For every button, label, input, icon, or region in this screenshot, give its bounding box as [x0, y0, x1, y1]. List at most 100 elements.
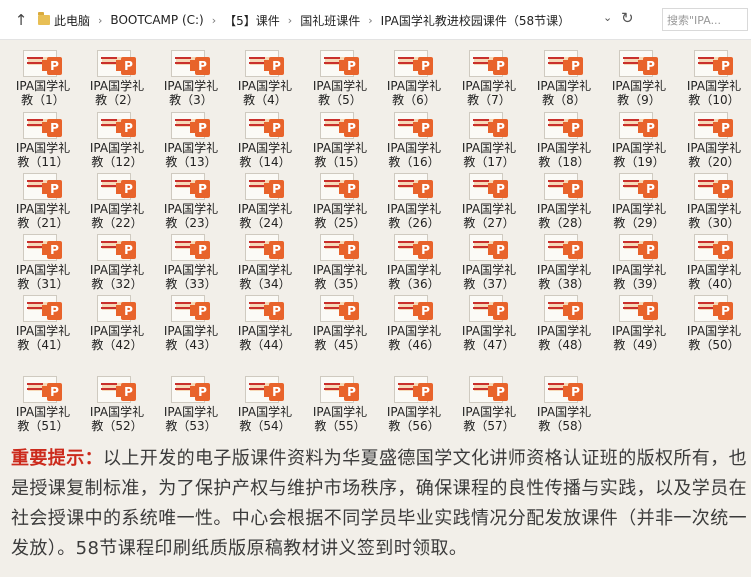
file-item[interactable]: P IPA国学礼 教（2）: [84, 48, 150, 108]
file-item[interactable]: P IPA国学礼 教（43）: [158, 293, 224, 353]
file-name: IPA国学礼 教（15）: [307, 141, 373, 169]
breadcrumb-item[interactable]: 此电脑: [54, 12, 90, 29]
breadcrumb-item[interactable]: IPA国学礼教进校园课件（58节课）: [381, 12, 571, 29]
breadcrumb-item[interactable]: BOOTCAMP (C:): [110, 13, 203, 27]
file-item[interactable]: P IPA国学礼 教（27）: [456, 171, 522, 231]
powerpoint-icon: P: [394, 48, 434, 78]
file-name: IPA国学礼 教（39）: [606, 263, 672, 291]
file-name-line: 教（2）: [95, 93, 139, 107]
file-item[interactable]: P IPA国学礼 教（6）: [381, 48, 447, 108]
file-item[interactable]: P IPA国学礼 教（17）: [456, 110, 522, 170]
file-name-line: IPA国学礼: [163, 405, 219, 419]
file-item[interactable]: P IPA国学礼 教（18）: [531, 110, 597, 170]
breadcrumb-item[interactable]: 【5】课件: [224, 12, 280, 29]
powerpoint-icon: P: [694, 171, 734, 201]
file-item[interactable]: P IPA国学礼 教（34）: [232, 232, 298, 292]
file-item[interactable]: P IPA国学礼 教（53）: [158, 374, 224, 434]
file-name: IPA国学礼 教（49）: [606, 324, 672, 352]
file-item[interactable]: P IPA国学礼 教（56）: [381, 374, 447, 434]
file-item[interactable]: P IPA国学礼 教（21）: [10, 171, 76, 231]
file-item[interactable]: P IPA国学礼 教（44）: [232, 293, 298, 353]
chevron-right-icon[interactable]: ›: [212, 14, 216, 27]
file-item[interactable]: P IPA国学礼 教（11）: [10, 110, 76, 170]
file-name: IPA国学礼 教（42）: [84, 324, 150, 352]
folder-icon: [38, 12, 50, 25]
file-item[interactable]: P IPA国学礼 教（46）: [381, 293, 447, 353]
file-item[interactable]: P IPA国学礼 教（57）: [456, 374, 522, 434]
powerpoint-icon: P: [171, 48, 211, 78]
file-item[interactable]: P IPA国学礼 教（55）: [307, 374, 373, 434]
file-item[interactable]: P IPA国学礼 教（16）: [381, 110, 447, 170]
chevron-right-icon[interactable]: ›: [288, 14, 292, 27]
file-item[interactable]: P IPA国学礼 教（22）: [84, 171, 150, 231]
file-item[interactable]: P IPA国学礼 教（14）: [232, 110, 298, 170]
file-item[interactable]: P IPA国学礼 教（41）: [10, 293, 76, 353]
file-item[interactable]: P IPA国学礼 教（5）: [307, 48, 373, 108]
file-name-line: 教（28）: [538, 216, 590, 230]
file-item[interactable]: P IPA国学礼 教（49）: [606, 293, 672, 353]
file-item[interactable]: P IPA国学礼 教（52）: [84, 374, 150, 434]
file-item[interactable]: P IPA国学礼 教（24）: [232, 171, 298, 231]
file-item[interactable]: P IPA国学礼 教（7）: [456, 48, 522, 108]
file-item[interactable]: P IPA国学礼 教（45）: [307, 293, 373, 353]
file-item[interactable]: P IPA国学礼 教（32）: [84, 232, 150, 292]
file-item[interactable]: P IPA国学礼 教（10）: [681, 48, 747, 108]
file-item[interactable]: P IPA国学礼 教（25）: [307, 171, 373, 231]
file-item[interactable]: P IPA国学礼 教（33）: [158, 232, 224, 292]
file-item[interactable]: P IPA国学礼 教（8）: [531, 48, 597, 108]
powerpoint-icon: P: [544, 374, 584, 404]
file-name: IPA国学礼 教（5）: [307, 79, 373, 107]
file-item[interactable]: P IPA国学礼 教（47）: [456, 293, 522, 353]
file-item[interactable]: P IPA国学礼 教（50）: [681, 293, 747, 353]
chevron-right-icon[interactable]: ›: [368, 14, 372, 27]
file-item[interactable]: P IPA国学礼 教（4）: [232, 48, 298, 108]
file-item[interactable]: P IPA国学礼 教（35）: [307, 232, 373, 292]
file-item[interactable]: P IPA国学礼 教（40）: [681, 232, 747, 292]
file-item[interactable]: P IPA国学礼 教（19）: [606, 110, 672, 170]
file-name-line: 教（16）: [388, 155, 440, 169]
file-item[interactable]: P IPA国学礼 教（39）: [606, 232, 672, 292]
search-input[interactable]: [663, 10, 751, 31]
file-item[interactable]: P IPA国学礼 教（31）: [10, 232, 76, 292]
file-name-line: IPA国学礼: [89, 202, 145, 216]
file-item[interactable]: P IPA国学礼 教（20）: [681, 110, 747, 170]
file-item[interactable]: P IPA国学礼 教（15）: [307, 110, 373, 170]
search-box[interactable]: [662, 8, 751, 31]
file-item[interactable]: P IPA国学礼 教（23）: [158, 171, 224, 231]
file-item[interactable]: P IPA国学礼 教（1）: [10, 48, 76, 108]
file-item[interactable]: P IPA国学礼 教（54）: [232, 374, 298, 434]
file-item[interactable]: P IPA国学礼 教（38）: [531, 232, 597, 292]
file-name-line: 教（58）: [538, 419, 590, 433]
refresh-icon[interactable]: ↻: [621, 9, 634, 27]
file-item[interactable]: P IPA国学礼 教（13）: [158, 110, 224, 170]
powerpoint-icon: P: [245, 374, 285, 404]
file-item[interactable]: P IPA国学礼 教（12）: [84, 110, 150, 170]
up-arrow-icon[interactable]: ↑: [11, 10, 31, 30]
file-name-line: 教（37）: [463, 277, 515, 291]
file-name-line: 教（45）: [314, 338, 366, 352]
file-item[interactable]: P IPA国学礼 教（36）: [381, 232, 447, 292]
file-item[interactable]: P IPA国学礼 教（51）: [10, 374, 76, 434]
chevron-right-icon[interactable]: ›: [98, 14, 102, 27]
file-name-line: IPA国学礼: [536, 263, 592, 277]
file-item[interactable]: P IPA国学礼 教（26）: [381, 171, 447, 231]
file-item[interactable]: P IPA国学礼 教（48）: [531, 293, 597, 353]
file-item[interactable]: P IPA国学礼 教（58）: [531, 374, 597, 434]
powerpoint-icon: P: [171, 232, 211, 262]
powerpoint-icon: P: [171, 293, 211, 323]
file-item[interactable]: P IPA国学礼 教（42）: [84, 293, 150, 353]
breadcrumb-item[interactable]: 国礼班课件: [300, 12, 360, 29]
file-item[interactable]: P IPA国学礼 教（9）: [606, 48, 672, 108]
file-name-line: IPA国学礼: [15, 141, 71, 155]
notice-body: 以上开发的电子版课件资料为华夏盛德国学文化讲师资格认证班的版权所有，也是授课复制…: [11, 448, 747, 559]
file-name-line: 教（21）: [17, 216, 69, 230]
file-item[interactable]: P IPA国学礼 教（30）: [681, 171, 747, 231]
file-item[interactable]: P IPA国学礼 教（37）: [456, 232, 522, 292]
file-name-line: 教（48）: [538, 338, 590, 352]
file-item[interactable]: P IPA国学礼 教（29）: [606, 171, 672, 231]
file-name-line: IPA国学礼: [536, 141, 592, 155]
chevron-down-icon[interactable]: ⌄: [603, 11, 612, 24]
file-item[interactable]: P IPA国学礼 教（28）: [531, 171, 597, 231]
file-item[interactable]: P IPA国学礼 教（3）: [158, 48, 224, 108]
file-name: IPA国学礼 教（31）: [10, 263, 76, 291]
